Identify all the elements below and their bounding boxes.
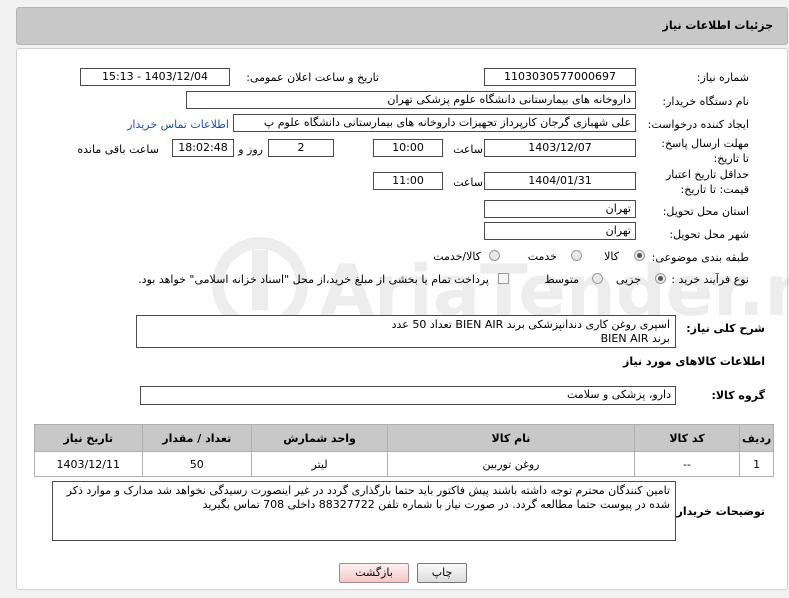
validity-date-field: 1404/01/31 (484, 172, 636, 190)
process-radio-partial[interactable] (655, 273, 666, 284)
remaining-time-field: 18:02:48 (172, 139, 234, 157)
category-option-service: خدمت (527, 250, 557, 263)
validity-time-label: ساعت (453, 176, 483, 189)
cell-code: -- (633, 451, 741, 477)
cell-date: 1403/12/11 (34, 451, 143, 477)
column-header-code: کد کالا (633, 424, 741, 452)
cell-row-number: 1 (739, 451, 774, 477)
back-button[interactable]: بازگشت (339, 563, 409, 583)
category-radio-service[interactable] (571, 250, 582, 261)
items-table: ردیف کد کالا نام کالا واحد شمارش تعداد /… (34, 424, 774, 477)
print-button[interactable]: چاپ (417, 563, 467, 583)
goods-group-field: دارو، پزشکی و سلامت (140, 386, 676, 405)
cell-name: روغن توربین (387, 451, 635, 477)
category-option-goods-service: کالا/خدمت (433, 250, 481, 263)
remaining-label: ساعت باقی مانده (77, 143, 159, 156)
goods-info-title: اطلاعات کالاهای مورد نیاز (623, 355, 765, 368)
column-header-unit: واحد شمارش (251, 424, 389, 452)
page-title: جزئیات اطلاعات نیاز (662, 19, 774, 32)
treasury-note: پرداخت تمام یا بخشی از مبلغ خرید،از محل … (138, 273, 489, 286)
buyer-field: داروخانه های بیمارستانی دانشگاه علوم پزش… (186, 91, 636, 109)
deadline-date-field: 1403/12/07 (484, 139, 636, 157)
city-label: شهر محل تحویل: (669, 228, 749, 241)
province-label: استان محل تحویل: (662, 205, 749, 218)
category-radio-goods[interactable] (634, 250, 645, 261)
city-field: تهران (484, 222, 636, 240)
announce-label: تاریخ و ساعت اعلان عمومی: (246, 71, 379, 84)
announce-field: 1403/12/04 - 15:13 (80, 68, 230, 86)
process-option-medium: متوسط (544, 273, 579, 286)
validity-label: حداقل تاریخ اعتبار قیمت: تا تاریخ: (665, 168, 749, 196)
deadline-time-field: 10:00 (373, 139, 443, 157)
buyer-notes-textarea: تامین کنندگان محترم توجه داشته باشند پیش… (52, 481, 676, 541)
need-number-label: شماره نیاز: (696, 71, 749, 84)
process-option-partial: جزیی (615, 273, 641, 286)
table-row: 1 -- روغن توربین لیتر 50 1403/12/11 (34, 451, 774, 477)
creator-field: علی شهبازی گرجان کارپرداز تجهیزات داروخا… (233, 114, 636, 132)
cell-quantity: 50 (141, 451, 253, 477)
treasury-checkbox[interactable] (498, 273, 509, 284)
column-header-row-number: ردیف (739, 424, 774, 452)
deadline-label: مهلت ارسال پاسخ: تا تاریخ: (661, 137, 749, 165)
description-label: شرح کلی نیاز: (686, 322, 765, 335)
province-field: تهران (484, 200, 636, 218)
process-label: نوع فرآیند خرید : (671, 273, 749, 286)
column-header-quantity: تعداد / مقدار (141, 424, 253, 452)
buyer-notes-label: توضیحات خریدار: (672, 505, 765, 518)
column-header-date: تاریخ نیاز (34, 424, 143, 452)
table-header-row: ردیف کد کالا نام کالا واحد شمارش تعداد /… (34, 424, 774, 452)
validity-time-field: 11:00 (373, 172, 443, 190)
creator-label: ایجاد کننده درخواست: (647, 118, 749, 131)
process-radio-medium[interactable] (592, 273, 603, 284)
buyer-label: نام دستگاه خریدار: (662, 95, 749, 108)
days-field: 2 (268, 139, 334, 157)
page-header: جزئیات اطلاعات نیاز (16, 7, 788, 45)
category-label: طبقه بندی موضوعی: (651, 251, 749, 264)
column-header-name: نام کالا (387, 424, 635, 452)
deadline-time-label: ساعت (453, 143, 483, 156)
category-radio-goods-service[interactable] (489, 250, 500, 261)
category-option-goods: کالا (604, 250, 619, 263)
buyer-contact-link[interactable]: اطلاعات تماس خریدار (127, 118, 229, 131)
goods-group-label: گروه کالا: (711, 389, 765, 402)
need-number-field: 1103030577000697 (484, 68, 636, 86)
description-textarea: اسپری روغن کاری دندانپزشکی برند BIEN AIR… (136, 315, 676, 348)
cell-unit: لیتر (251, 451, 389, 477)
days-label: روز و (238, 143, 263, 156)
